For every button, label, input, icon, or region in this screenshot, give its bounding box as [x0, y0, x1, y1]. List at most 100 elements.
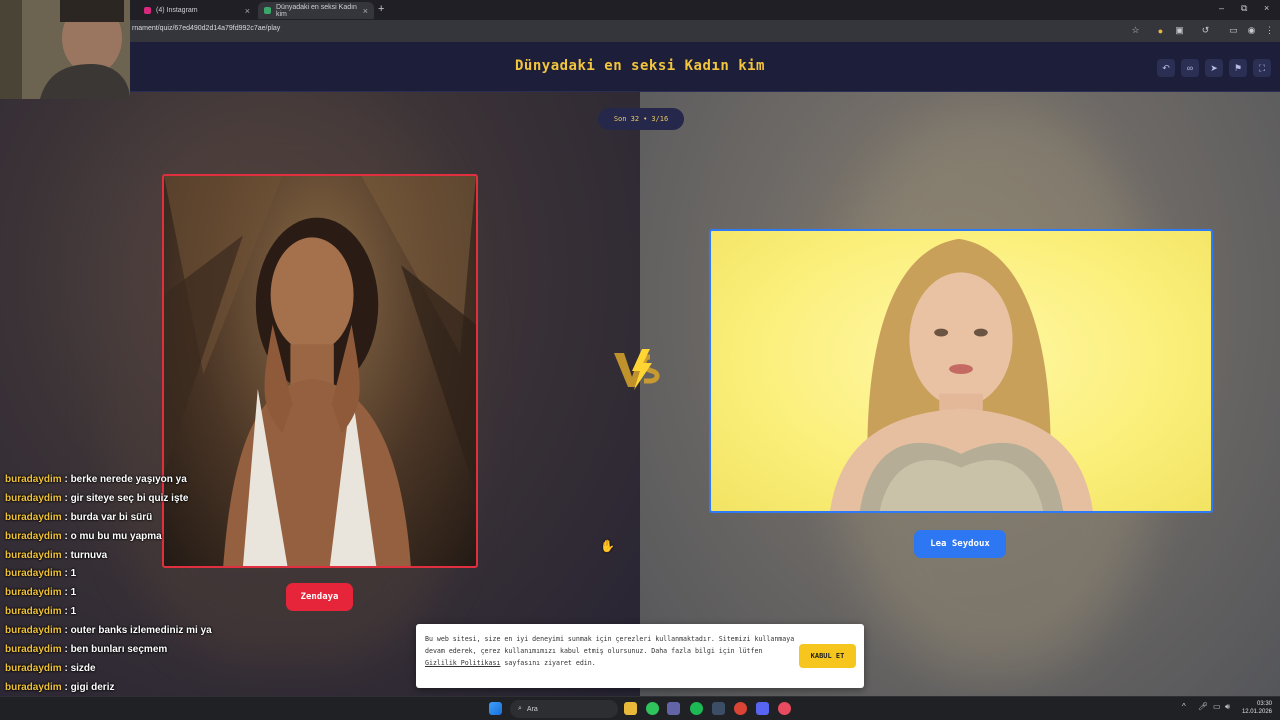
chat-username: buradaydim: [5, 681, 62, 693]
chat-text: : turnuva: [64, 549, 108, 561]
chat-text: : berke nerede yaşıyon ya: [64, 474, 187, 485]
tab-instagram[interactable]: (4) Instagram ×: [138, 2, 256, 19]
discord-icon[interactable]: [756, 702, 769, 715]
restore-icon[interactable]: ⧉: [1241, 3, 1247, 14]
volume-icon[interactable]: 🔊︎: [1225, 702, 1230, 712]
instagram-icon: [144, 7, 151, 14]
whatsapp-icon[interactable]: [646, 702, 659, 715]
chat-message: buradaydim : ben bunları seçmem: [5, 644, 305, 663]
file-explorer-icon[interactable]: [624, 702, 637, 715]
profile-icon[interactable]: ◉: [1246, 25, 1257, 36]
chat-message: buradaydim : 1: [5, 568, 305, 587]
round-indicator: Son 32 • 3/16: [598, 108, 684, 130]
chat-message: buradaydim : gir siteye seç bi quiz işte: [5, 493, 305, 512]
chat-username: buradaydim: [5, 474, 62, 485]
tab-quiz[interactable]: Dünyadaki en seksi Kadın kim ×: [258, 2, 374, 19]
tab-label: (4) Instagram: [156, 7, 198, 14]
webcam-feed: [0, 0, 130, 99]
cast-icon[interactable]: ▭: [1228, 25, 1239, 36]
chat-text: : 1: [64, 587, 77, 599]
chat-username: buradaydim: [5, 662, 62, 674]
puzzle-icon[interactable]: ▣: [1174, 25, 1185, 36]
mouse-cursor-icon: ✋: [600, 539, 615, 553]
chat-message: buradaydim : sizde: [5, 663, 305, 682]
page-title: Dünyadaki en seksi Kadın kim: [514, 58, 765, 74]
cookie-text: Bu web sitesi, size en iyi deneyimi sunm…: [425, 635, 795, 667]
flag-icon[interactable]: ⚑: [1229, 59, 1247, 77]
browser-tab-bar: (4) Instagram × Dünyadaki en seksi Kadın…: [0, 0, 1280, 20]
screen: (4) Instagram × Dünyadaki en seksi Kadın…: [0, 0, 1280, 720]
share-icon[interactable]: ➤: [1205, 59, 1223, 77]
chat-text: : sizde: [64, 662, 96, 674]
round-progress: 3/16: [651, 115, 669, 123]
close-window-icon[interactable]: ×: [1264, 3, 1269, 13]
tray-chevron-icon[interactable]: ^: [1182, 702, 1186, 711]
teams-icon[interactable]: [667, 702, 680, 715]
history-icon[interactable]: ↺: [1200, 25, 1211, 36]
new-tab-icon[interactable]: +: [378, 3, 384, 15]
minimize-icon[interactable]: –: [1219, 3, 1224, 13]
round-stage: Son 32: [613, 115, 640, 123]
chrome-icon[interactable]: [734, 702, 747, 715]
close-icon[interactable]: ×: [363, 6, 368, 16]
chat-message: buradaydim : outer banks izlemediniz mi …: [5, 625, 305, 644]
cookie-banner: Bu web sitesi, size en iyi deneyimi sunm…: [416, 624, 864, 688]
extension-icon[interactable]: ●: [1155, 25, 1166, 36]
chat-message: buradaydim : 1: [5, 587, 305, 606]
close-icon[interactable]: ×: [245, 6, 250, 16]
menu-icon[interactable]: ⋮: [1264, 25, 1275, 36]
chat-username: buradaydim: [5, 492, 62, 504]
chat-text: : 1: [64, 568, 77, 580]
chat-text: : gir siteye seç bi quiz işte: [64, 492, 189, 504]
round-separator: •: [643, 115, 648, 123]
stream-chat-overlay: buradaydim : berke nerede yaşıyon ya bura…: [5, 474, 305, 720]
search-placeholder: Ara: [526, 705, 538, 713]
chat-username: buradaydim: [5, 644, 62, 656]
tab-label: Dünyadaki en seksi Kadın kim: [276, 3, 357, 18]
chat-username: buradaydim: [5, 625, 62, 637]
chat-username: buradaydim: [5, 511, 62, 523]
chat-message: buradaydim : 1: [5, 606, 305, 625]
taskbar-clock[interactable]: 03:30 12.01.2026: [1240, 700, 1272, 716]
network-icon[interactable]: ▭: [1213, 702, 1221, 711]
link-icon[interactable]: ∞: [1181, 59, 1199, 77]
chat-message: buradaydim : turnuva: [5, 550, 305, 569]
site-header: Dünyadaki en seksi Kadın kim ↶ ∞ ➤ ⚑ ⛶: [0, 42, 1280, 92]
chat-text: : outer banks izlemediniz mi ya: [64, 625, 212, 637]
fullscreen-icon[interactable]: ⛶: [1253, 59, 1271, 77]
chat-message: buradaydim : o mu bu mu yapma: [5, 531, 305, 550]
vote-right-button[interactable]: Lea Seydoux: [914, 530, 1006, 558]
chat-message: buradaydim : burda var bi sürü: [5, 512, 305, 531]
webcam-overlay: [0, 0, 130, 99]
chat-text: : gigi deriz: [64, 681, 115, 693]
chat-text: : burda var bi sürü: [64, 511, 153, 523]
windows-taskbar: ⌕ Ara ^ 🎤︎ ▭ 🔊︎ 03:30 12.01.2026: [0, 696, 1280, 720]
privacy-policy-link[interactable]: Gizlilik Politikası: [425, 659, 500, 667]
url-field[interactable]: rnament/quiz/67ed490d2d14a79fd992c7ae/pl…: [132, 25, 280, 32]
clock-date: 12.01.2026: [1241, 709, 1272, 715]
site-favicon-icon: [264, 7, 271, 14]
accept-cookies-button[interactable]: KABUL ET: [799, 644, 856, 668]
search-icon: ⌕: [518, 705, 522, 712]
clock-time: 03:30: [1256, 701, 1272, 707]
right-contestant-card[interactable]: [709, 229, 1213, 513]
mic-icon[interactable]: 🎤︎: [1198, 702, 1208, 711]
chat-username: buradaydim: [5, 549, 62, 561]
chat-username: buradaydim: [5, 587, 62, 599]
chat-username: buradaydim: [5, 530, 62, 542]
undo-icon[interactable]: ↶: [1157, 59, 1175, 77]
chat-text: : 1: [64, 606, 77, 618]
chat-message: buradaydim : berke nerede yaşıyon ya: [5, 474, 305, 493]
taskbar-search[interactable]: ⌕ Ara: [510, 700, 618, 718]
address-bar: rnament/quiz/67ed490d2d14a79fd992c7ae/pl…: [0, 20, 1280, 42]
chat-username: buradaydim: [5, 568, 62, 580]
right-contestant-photo: [830, 238, 1093, 511]
app-icon[interactable]: [778, 702, 791, 715]
bookmark-star-icon[interactable]: ☆: [1130, 25, 1141, 36]
versus-icon: [614, 349, 660, 390]
chat-text: : ben bunları seçmem: [64, 644, 168, 656]
windows-start-icon[interactable]: [489, 702, 502, 715]
steam-icon[interactable]: [712, 702, 725, 715]
spotify-icon[interactable]: [690, 702, 703, 715]
chat-username: buradaydim: [5, 606, 62, 618]
